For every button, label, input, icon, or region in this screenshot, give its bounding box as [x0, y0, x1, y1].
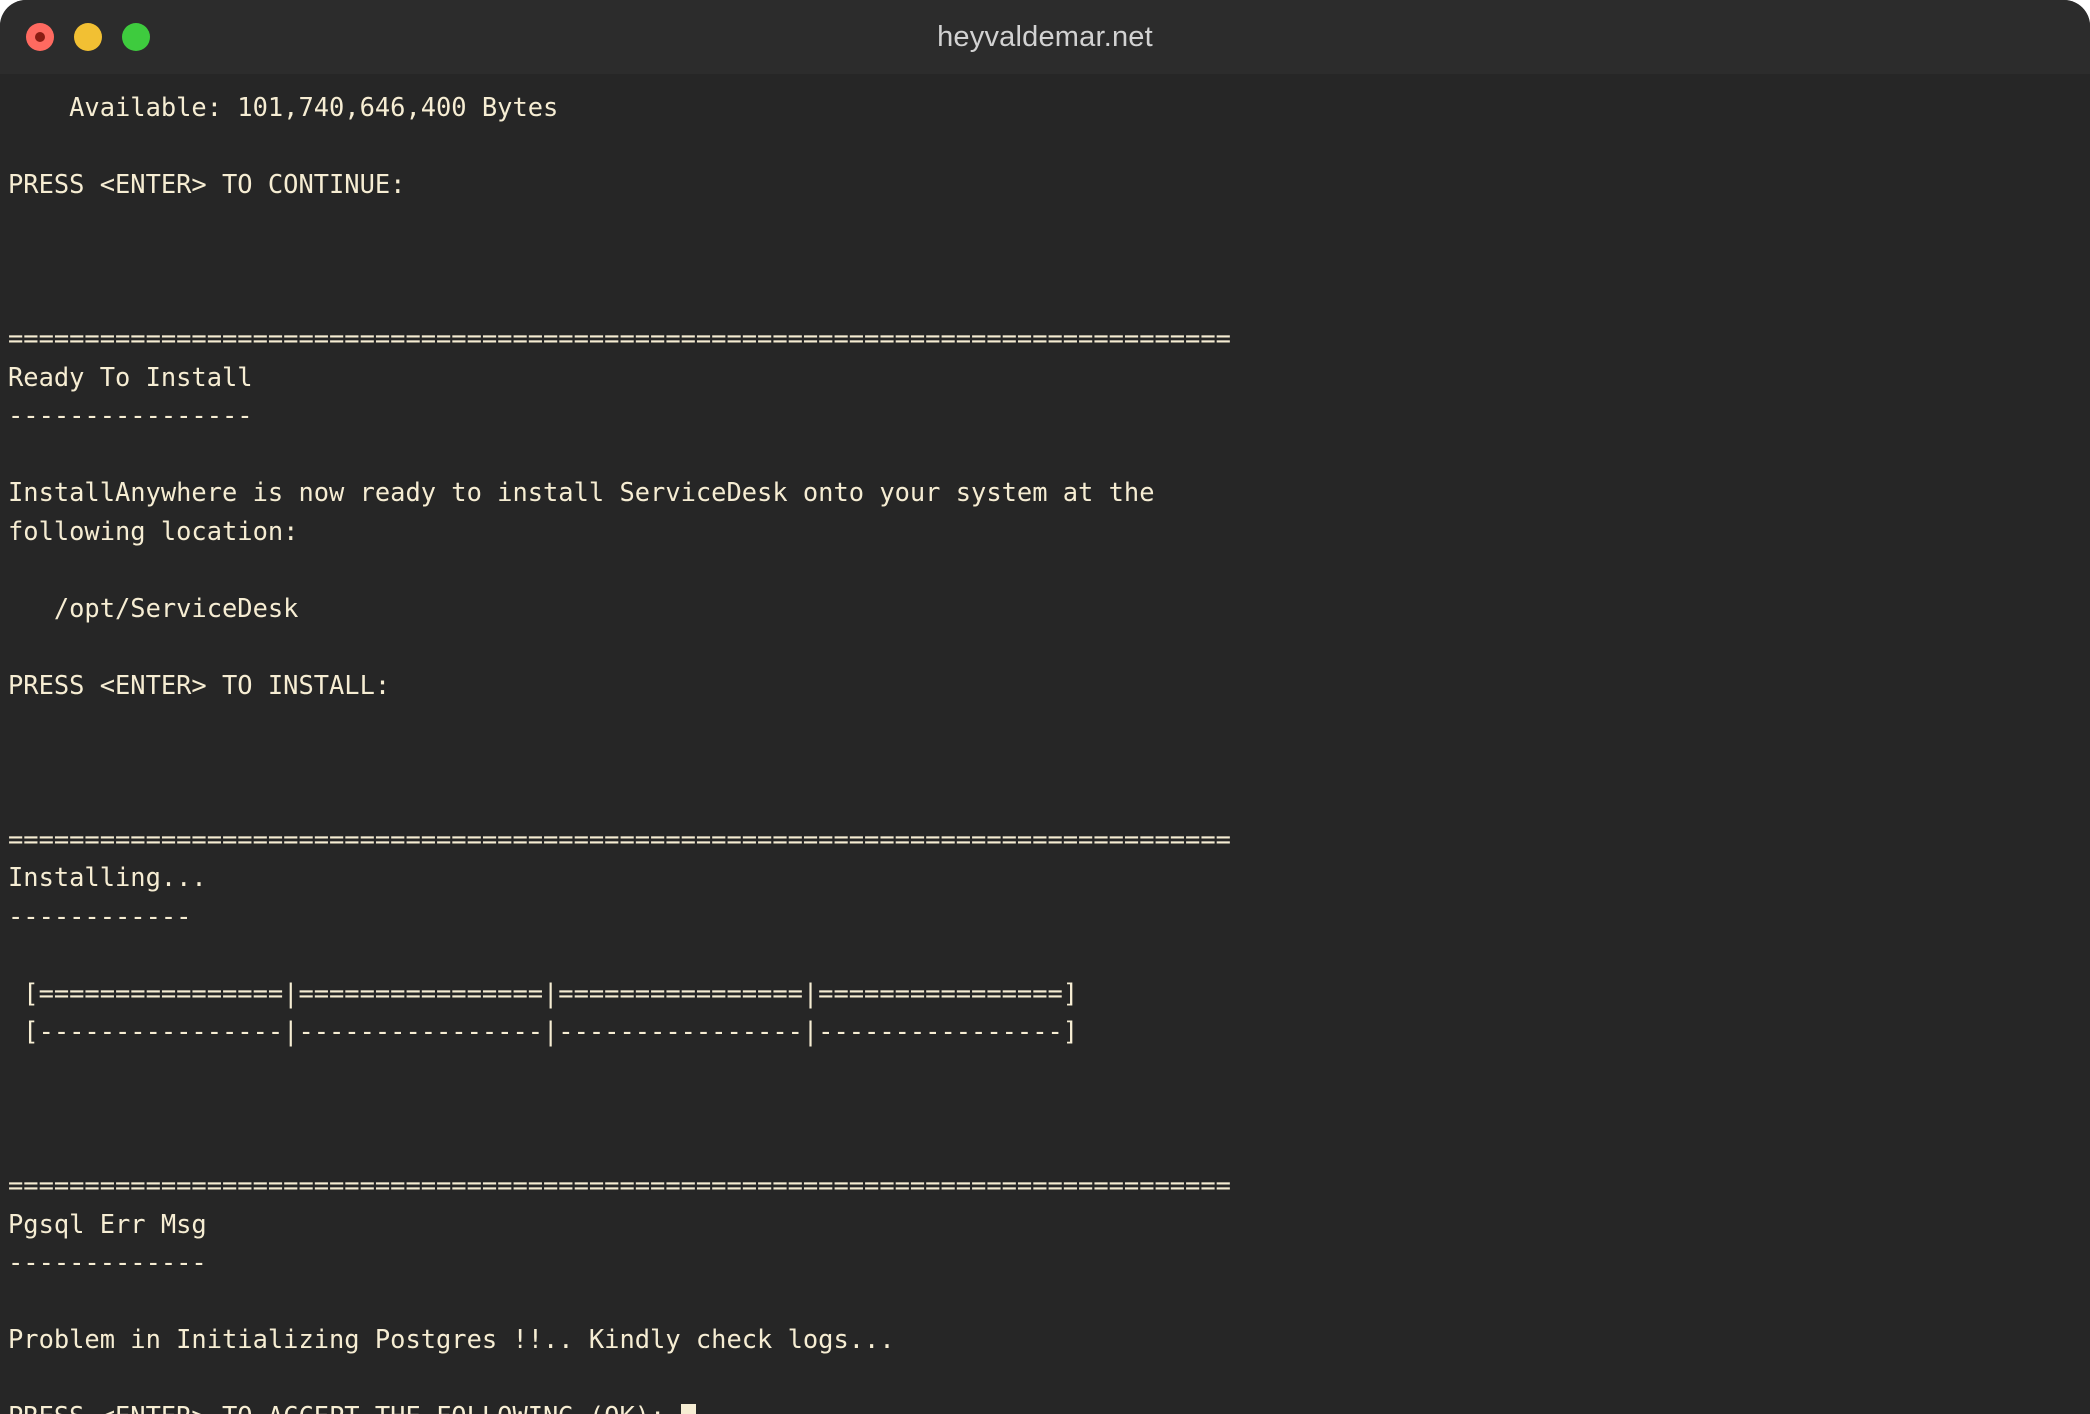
title-bar[interactable]: heyvaldemar.net: [0, 0, 2090, 74]
terminal-cursor: [680, 1404, 697, 1414]
minimize-button[interactable]: [74, 23, 102, 51]
close-button[interactable]: [26, 23, 54, 51]
terminal-output: Available: 101,740,646,400 Bytes PRESS <…: [0, 88, 2090, 1414]
window-title: heyvaldemar.net: [937, 20, 1153, 53]
maximize-button[interactable]: [122, 23, 150, 51]
terminal-window: heyvaldemar.net Available: 101,740,646,4…: [0, 0, 2090, 1414]
window-controls: [26, 23, 150, 51]
terminal-body[interactable]: Available: 101,740,646,400 Bytes PRESS <…: [0, 74, 2090, 1414]
